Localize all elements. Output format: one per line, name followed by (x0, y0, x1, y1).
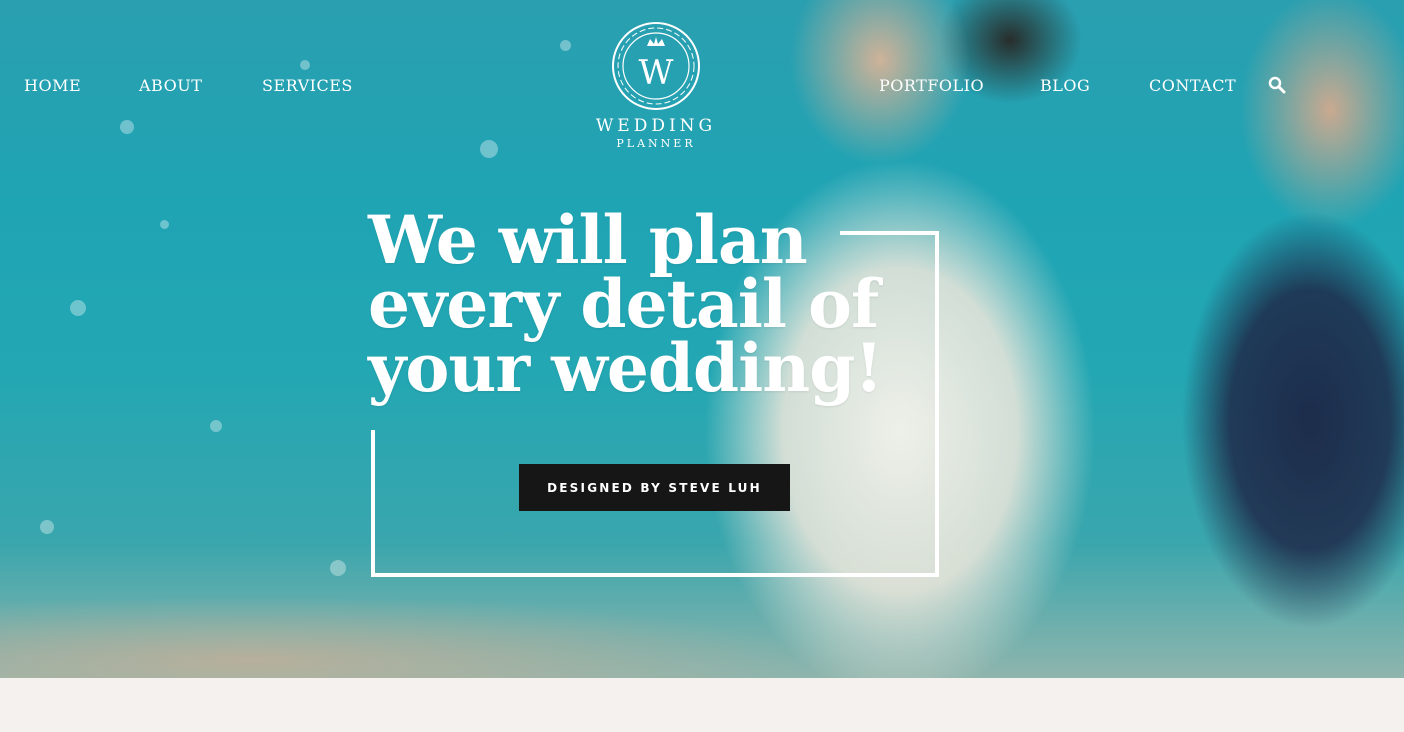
nav-portfolio[interactable]: PORTFOLIO (879, 76, 984, 95)
bokeh-light (330, 560, 346, 576)
bokeh-light (120, 120, 134, 134)
nav-blog[interactable]: BLOG (1040, 76, 1090, 95)
nav-about[interactable]: ABOUT (139, 76, 202, 95)
content-section-start (0, 678, 1404, 732)
nav-contact[interactable]: CONTACT (1149, 76, 1236, 95)
crown-icon (647, 37, 665, 46)
headline-line-1: We will plan (368, 201, 808, 279)
bokeh-light (70, 300, 86, 316)
bokeh-light (210, 420, 222, 432)
bokeh-light (560, 40, 571, 51)
nav-services[interactable]: SERVICES (262, 76, 353, 95)
nav-home[interactable]: HOME (24, 76, 81, 95)
designed-by-button[interactable]: DESIGNED BY STEVE LUH (519, 464, 790, 511)
search-button[interactable] (1268, 76, 1288, 96)
bokeh-light (300, 60, 310, 70)
headline-line-3: your wedding! (368, 329, 883, 407)
bokeh-light (40, 520, 54, 534)
hero-headline: We will plan every detail of your weddin… (368, 201, 888, 407)
search-icon (1268, 76, 1286, 94)
bokeh-light (480, 140, 498, 158)
logo-wordmark-wedding: WEDDING (595, 116, 717, 136)
logo-wordmark-planner: PLANNER (616, 137, 696, 150)
bokeh-light (160, 220, 169, 229)
site-logo[interactable]: W WEDDING PLANNER (594, 20, 718, 152)
logo-monogram: W (639, 53, 674, 93)
logo-emblem: W (612, 22, 700, 110)
headline-line-2: every detail of (368, 265, 879, 343)
